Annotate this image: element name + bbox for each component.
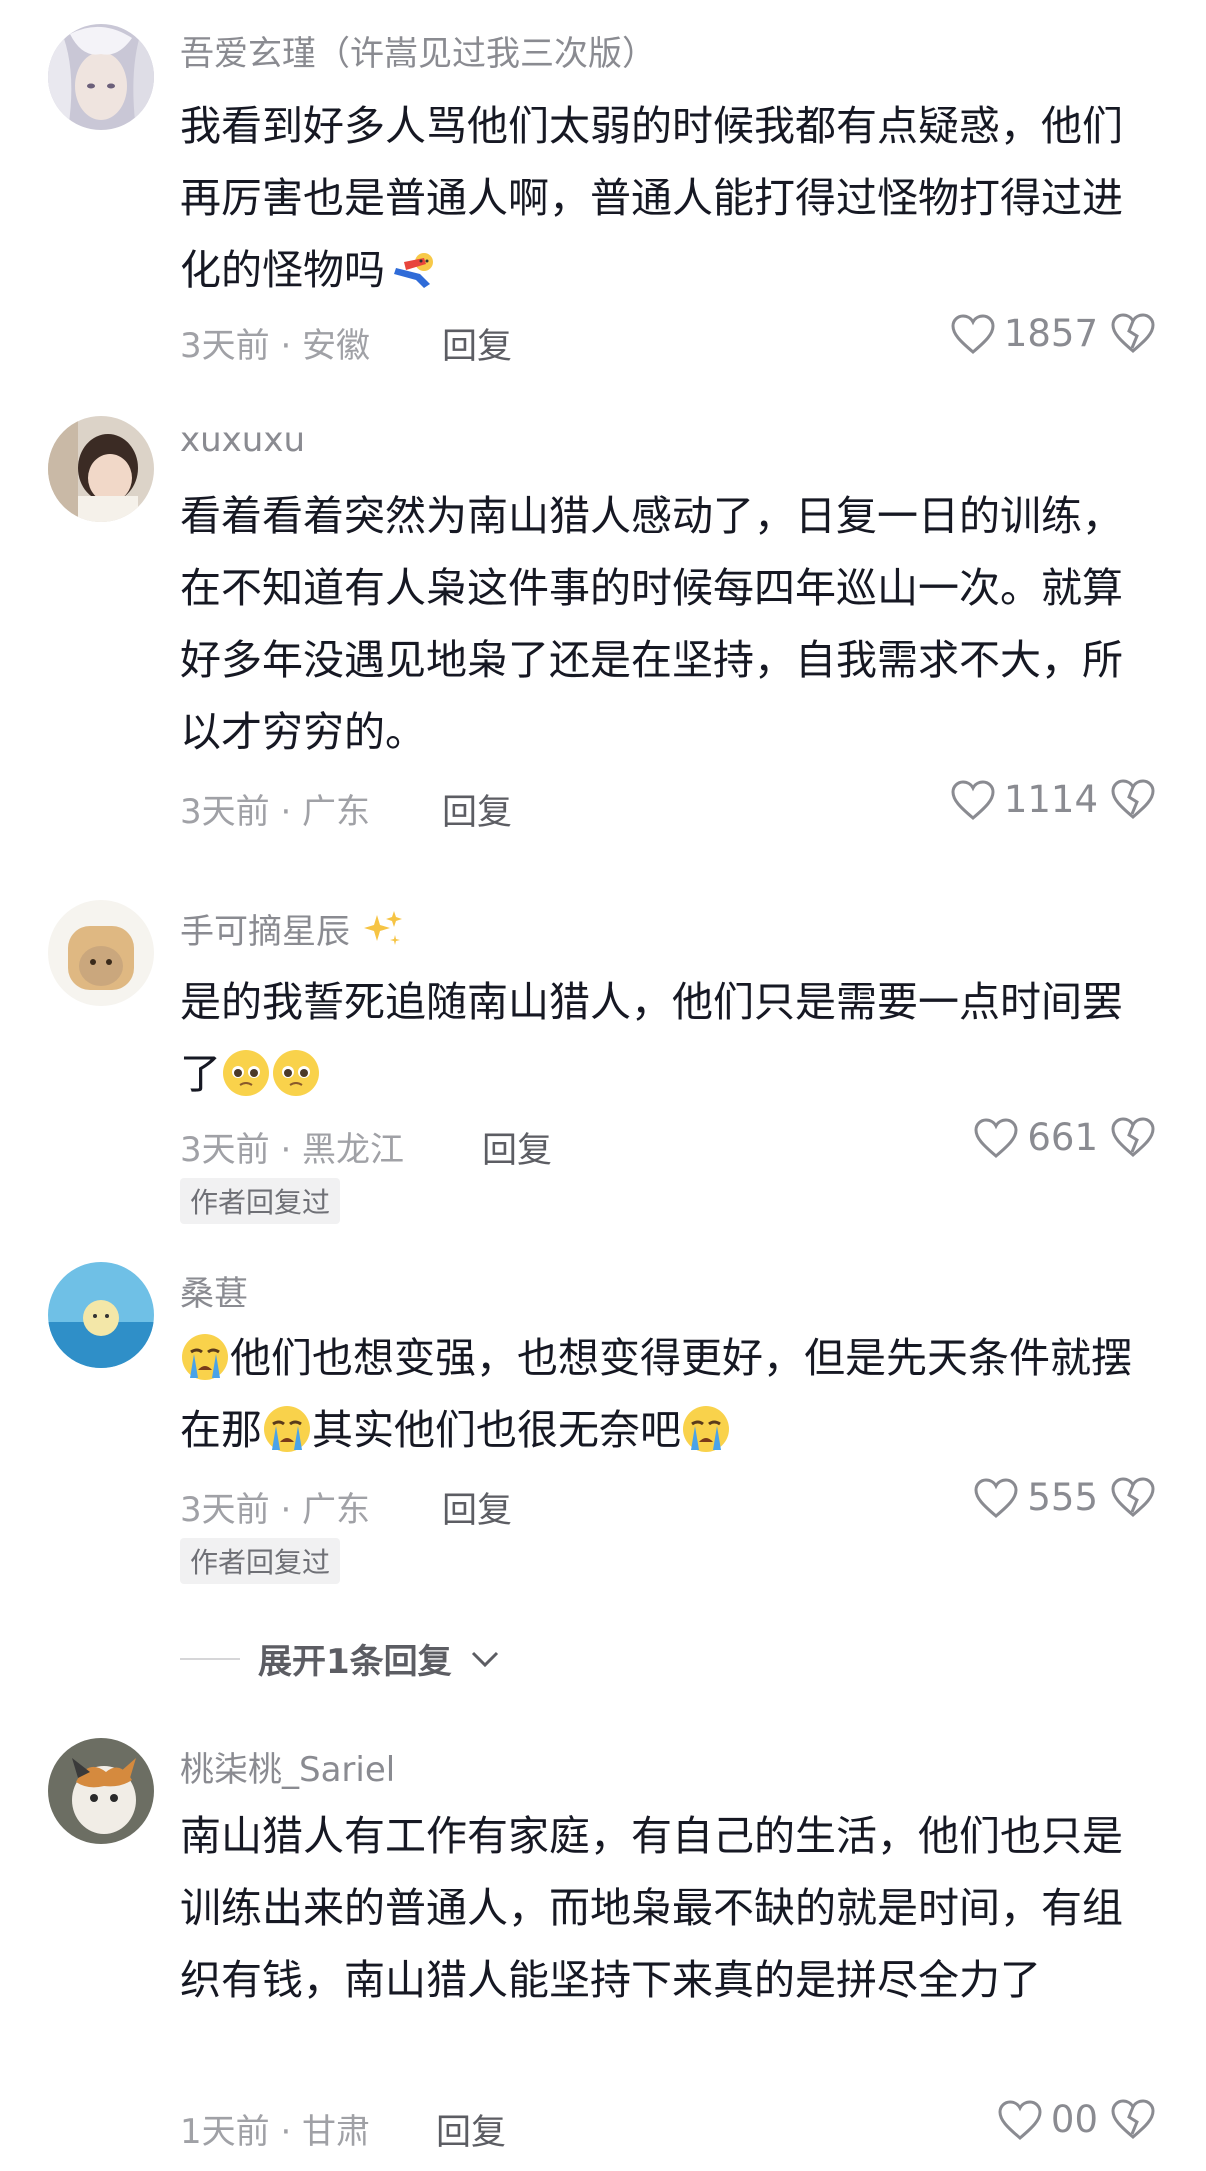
flying-person-emoji-icon <box>394 253 433 288</box>
comment-username[interactable]: 桑葚 <box>180 1266 248 1315</box>
expand-replies-button[interactable]: 展开1条回复 <box>180 1634 500 1683</box>
expand-replies-label: 展开1条回复 <box>258 1642 452 1682</box>
dislike-button[interactable] <box>1110 1476 1156 1522</box>
like-button[interactable]: 1114 <box>950 778 1098 821</box>
comment-time-location: 3天前 · 安徽 <box>180 326 371 366</box>
like-button[interactable]: 661 <box>973 1116 1098 1159</box>
heart-outline-icon <box>951 779 995 820</box>
avatar[interactable] <box>48 1262 154 1368</box>
reply-button[interactable]: 回复 <box>436 2104 506 2155</box>
like-count: 1114 <box>1003 778 1098 821</box>
comment-text: 南山猎人有工作有家庭，有自己的生活，他们也只是训练出来的普通人，而地枭最不缺的就… <box>180 1812 1123 2004</box>
dislike-button[interactable] <box>1110 778 1156 824</box>
like-button[interactable]: 555 <box>973 1476 1098 1519</box>
avatar[interactable] <box>48 24 154 130</box>
author-replied-badge: 作者回复过 <box>180 1178 341 1224</box>
comment-text-content: 我看到好多人骂他们太弱的时候我都有点疑惑，他们再厉害也是普通人啊，普通人能打得过… <box>180 102 1123 294</box>
broken-heart-icon <box>1111 313 1155 353</box>
reply-button[interactable]: 回复 <box>442 784 512 835</box>
author-replied-badge: 作者回复过 <box>180 1538 341 1584</box>
comment-username[interactable]: 桃柒桃_Sariel <box>180 1742 395 1791</box>
avatar[interactable] <box>48 1738 154 1844</box>
comment-text: 是的我誓死追随南山猎人，他们只是需要一点时间罢了 <box>180 966 1155 1110</box>
username-text: 手可摘星辰 <box>180 912 350 952</box>
broken-heart-icon <box>1111 2099 1155 2139</box>
comment-text-content: 是的我誓死追随南山猎人，他们只是需要一点时间罢了 <box>180 978 1123 1098</box>
crying-face-emoji-icon <box>683 1406 729 1452</box>
sparkles-icon <box>363 911 402 945</box>
comment-text-part: 其实他们也很无奈吧 <box>312 1406 681 1454</box>
comment-time-location: 3天前 · 黑龙江 <box>180 1130 405 1170</box>
comment-username[interactable]: xuxuxu <box>180 420 305 460</box>
broken-heart-icon <box>1111 1477 1155 1517</box>
like-count: 555 <box>1027 1476 1098 1519</box>
comment-time-location: 3天前 · 广东 <box>180 1490 371 1530</box>
heart-outline-icon <box>974 1477 1018 1518</box>
like-count: 00 <box>1050 2098 1098 2141</box>
like-button[interactable]: 1857 <box>950 312 1098 355</box>
dislike-button[interactable] <box>1110 2098 1156 2144</box>
comment-username[interactable]: 吾爱玄瑾（许嵩见过我三次版） <box>180 26 656 75</box>
comment-text: 他们也想变强，也想变得更好，但是先天条件就摆在那 其实他们也很无奈吧 <box>180 1322 1155 1466</box>
chevron-down-icon <box>471 1651 498 1667</box>
comment-time-location: 1天前 · 甘肃 <box>180 2112 371 2152</box>
broken-heart-icon <box>1111 779 1155 819</box>
like-count: 1857 <box>1003 312 1098 355</box>
crying-face-emoji-icon <box>182 1334 228 1380</box>
avatar[interactable] <box>48 416 154 522</box>
heart-outline-icon <box>951 313 995 354</box>
heart-outline-icon <box>998 2099 1042 2140</box>
broken-heart-icon <box>1111 1117 1155 1157</box>
avatar[interactable] <box>48 900 154 1006</box>
reply-button[interactable]: 回复 <box>442 1482 512 1533</box>
dislike-button[interactable] <box>1110 312 1156 358</box>
dislike-button[interactable] <box>1110 1116 1156 1162</box>
pleading-face-emoji-icon <box>273 1050 319 1096</box>
comment-text: 我看到好多人骂他们太弱的时候我都有点疑惑，他们再厉害也是普通人啊，普通人能打得过… <box>180 90 1155 306</box>
comment-text: 看着看着突然为南山猎人感动了，日复一日的训练，在不知道有人枭这件事的时候每四年巡… <box>180 492 1123 756</box>
comment-time-location: 3天前 · 广东 <box>180 792 371 832</box>
like-button[interactable]: 00 <box>997 2098 1098 2141</box>
heart-outline-icon <box>974 1117 1018 1158</box>
comment-username[interactable]: 手可摘星辰 <box>180 904 405 953</box>
crying-face-emoji-icon <box>264 1406 310 1452</box>
reply-button[interactable]: 回复 <box>482 1122 552 1173</box>
like-count: 661 <box>1027 1116 1098 1159</box>
pleading-face-emoji-icon <box>223 1050 269 1096</box>
expand-divider <box>180 1657 240 1660</box>
reply-button[interactable]: 回复 <box>442 318 512 369</box>
